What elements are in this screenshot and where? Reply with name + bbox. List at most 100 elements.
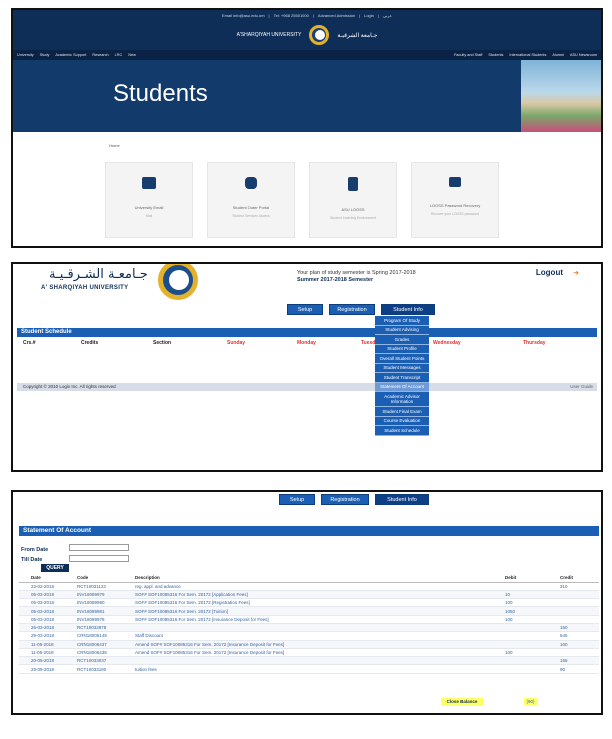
menu-student-info[interactable]: Student Info — [375, 494, 429, 505]
cell-debit — [505, 582, 560, 591]
nav-alumni[interactable]: Alumni — [552, 53, 564, 57]
cell-description: SOF# SOF10085316 For Sem. 20172 [Applica… — [135, 590, 505, 600]
campus-photo — [521, 60, 601, 132]
nav-newsroom[interactable]: ASU Newsroom — [570, 53, 597, 57]
till-date-input[interactable] — [69, 555, 129, 562]
cell-date: 05-03-2018 — [19, 606, 77, 616]
table-row: 05-03-2018 INV18089979 SOF# SOF10085316 … — [19, 590, 599, 600]
cell-debit — [505, 664, 560, 674]
student-info-dropdown: Program Of Study Student Advising Grades… — [375, 316, 429, 436]
dropdown-item-student-schedule[interactable]: Student Schedule — [375, 426, 429, 436]
top-link-tel[interactable]: Tel: +968 25501000 — [274, 13, 309, 18]
nav-lrc[interactable]: LRC — [115, 53, 123, 57]
card-asu-looss[interactable]: ASU LOOSS Student Learning Environment — [309, 162, 397, 238]
nav-students[interactable]: Students — [488, 53, 503, 57]
nav-faculty-staff[interactable]: Faculty and Staff — [454, 53, 482, 57]
nav-academic-support[interactable]: Academic Support — [55, 53, 86, 57]
main-nav: University Study Academic Support Resear… — [13, 50, 601, 60]
cell-credit — [560, 606, 599, 616]
top-link-email[interactable]: Email info@asu.edu.om — [222, 13, 265, 18]
portal-menu: Setup Registration Student Info — [279, 494, 429, 505]
copyright-text: Copyright © 2010 Logix Inc. All rights r… — [23, 384, 116, 389]
cell-description: SOF# SOF10085316 For Sem. 20172 [Tuition… — [135, 606, 505, 616]
portal-header: جـامعـة الشـرقـيـة A' SHARQIYAH UNIVERSI… — [13, 264, 601, 304]
nav-international[interactable]: International Students — [509, 53, 546, 57]
menu-setup[interactable]: Setup — [287, 304, 323, 315]
hero-title: Students — [113, 80, 208, 107]
cell-date: 26-03-2018 — [19, 623, 77, 633]
cell-date: 11-05-2018 — [19, 640, 77, 649]
query-button[interactable]: QUERY — [41, 564, 69, 572]
cell-code: CRN18006149 — [77, 631, 135, 641]
cell-code: INV18089981 — [77, 606, 135, 616]
cell-code: CRN18006437 — [77, 640, 135, 649]
cell-date: 20-05-2018 — [19, 656, 77, 666]
cell-credit: 645 — [560, 631, 599, 641]
cell-debit: 1050 — [505, 606, 560, 616]
nav-study[interactable]: Study — [40, 53, 50, 57]
statement-of-account-portal: Setup Registration Student Info Statemen… — [11, 490, 603, 715]
cell-debit: 100 — [505, 648, 560, 658]
cell-debit: 100 — [505, 615, 560, 625]
logout-link[interactable]: Logout — [536, 268, 563, 277]
dropdown-item-program-of-study[interactable]: Program Of Study — [375, 316, 429, 326]
dropdown-item-overall-points[interactable]: Overall Student Points — [375, 354, 429, 364]
cell-code: INV18089980 — [77, 598, 135, 608]
col-sunday: Sunday — [227, 340, 246, 346]
user-guide-link[interactable]: User Guide — [570, 383, 593, 391]
dropdown-item-course-evaluation[interactable]: Course Evaluation — [375, 416, 429, 426]
dropdown-item-student-messages[interactable]: Student Messages — [375, 363, 429, 373]
dropdown-item-advisor-information[interactable]: Academic Advisor Information — [375, 392, 429, 407]
breadcrumb[interactable]: Home — [109, 143, 120, 148]
dropdown-item-statement-of-account[interactable]: Statement Of Account — [375, 382, 429, 392]
top-links-bar: Email info@asu.edu.om | Tel: +968 2550100… — [13, 10, 601, 20]
cell-credit: 90 — [560, 664, 599, 674]
cell-date: 05-03-2018 — [19, 598, 77, 608]
cell-description — [135, 656, 505, 666]
menu-registration[interactable]: Registration — [329, 304, 375, 315]
from-date-input[interactable] — [69, 544, 129, 551]
card-university-email[interactable]: University Email Mail — [105, 162, 193, 238]
menu-setup[interactable]: Setup — [279, 494, 315, 505]
cell-date: 22-02-2018 — [19, 582, 77, 591]
cell-credit: 310 — [560, 582, 599, 591]
table-row: 05-03-2018 INV18089978 SOF# SOF10085316 … — [19, 615, 599, 625]
cell-date: 11-05-2018 — [19, 648, 77, 658]
col-wednesday: Wednesday — [433, 340, 461, 346]
card-password-recovery[interactable]: LOOSS Password Recovery Recover your LOO… — [411, 162, 499, 238]
logout-icon[interactable]: ➜ — [573, 269, 579, 277]
student-schedule-portal: جـامعـة الشـرقـيـة A' SHARQIYAH UNIVERSI… — [11, 262, 603, 472]
dropdown-item-student-profile[interactable]: Student Profile — [375, 344, 429, 354]
dropdown-item-student-advising[interactable]: Student Advising — [375, 325, 429, 335]
cell-date: 05-03-2018 — [19, 615, 77, 625]
nav-university[interactable]: University — [17, 53, 34, 57]
email-icon — [142, 177, 156, 189]
cell-code: RCT10031123 — [77, 582, 135, 591]
table-row: 11-05-2018 CRN18006437 Amend SOF# SOF100… — [19, 640, 599, 649]
nav-research[interactable]: Research — [92, 53, 108, 57]
schedule-header-row: Crs.# Credits Section Sunday Monday Tues… — [17, 340, 597, 348]
till-date-label: Till Date — [21, 557, 43, 563]
top-link-login[interactable]: Login — [364, 13, 374, 18]
hero-banner: Students — [13, 60, 601, 132]
nav-new[interactable]: New — [128, 53, 136, 57]
cell-code: RCT10033037 — [77, 656, 135, 666]
col-credit: Credit — [560, 574, 599, 583]
top-link-arabic[interactable]: عربي — [383, 13, 392, 18]
cell-description: SOF# SOF10085316 For Sem. 20172 [Registr… — [135, 598, 505, 608]
dropdown-item-final-exam[interactable]: Student Final Exam — [375, 407, 429, 417]
col-date: Date — [19, 574, 77, 583]
card-subtitle: Recover your LOOSS password — [430, 212, 480, 216]
brand-name-en: A'SHARQIYAH UNIVERSITY — [236, 32, 302, 38]
top-link-admission[interactable]: Advanced Admission — [318, 13, 355, 18]
card-student-portal[interactable]: Student Outer Portal Student Services Ac… — [207, 162, 295, 238]
university-logo[interactable] — [309, 25, 330, 45]
cell-credit — [560, 648, 599, 658]
cell-date: 05-03-2018 — [19, 590, 77, 600]
study-plan-info: Your plan of study semester is Spring 20… — [297, 270, 416, 276]
menu-student-info[interactable]: Student Info — [381, 304, 435, 315]
dropdown-item-grades[interactable]: Grades — [375, 335, 429, 345]
dropdown-item-student-transcript[interactable]: Student Transcript — [375, 373, 429, 383]
menu-registration[interactable]: Registration — [321, 494, 369, 505]
close-balance-value: (90) — [524, 698, 537, 706]
